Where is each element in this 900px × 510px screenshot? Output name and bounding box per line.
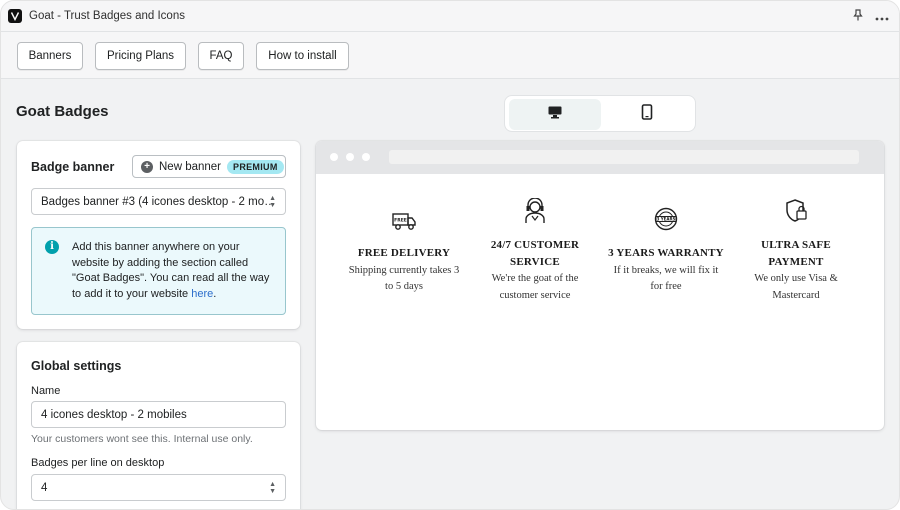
svg-text:3 YEARS: 3 YEARS — [657, 217, 676, 222]
page-title: Goat Badges — [16, 103, 109, 120]
badge-desc: to 5 days — [385, 281, 423, 292]
browser-dot — [362, 153, 370, 161]
badge-banner-title: Badge banner — [31, 160, 115, 174]
info-banner-text: Add this banner anywhere on your website… — [72, 240, 278, 302]
desktop-icon — [547, 105, 563, 124]
banner-select-value: Badges banner #3 (4 icones desktop - 2 m… — [41, 195, 276, 208]
pin-icon[interactable] — [853, 9, 863, 24]
new-banner-button[interactable]: + New banner PREMIUM — [132, 155, 286, 178]
badge-customer-service: 24/7 CUSTOMER SERVICE We're the goat of … — [469, 197, 601, 304]
badge-title: 3 YEARS WARRANTY — [608, 247, 724, 259]
desktop-view-button[interactable] — [509, 99, 601, 130]
app-title: Goat - Trust Badges and Icons — [29, 10, 185, 22]
global-settings-title: Global settings — [31, 359, 122, 373]
select-arrows-icon: ▲ ▼ — [269, 195, 276, 209]
customer-service-icon — [523, 197, 547, 229]
desktop-preview: FREE FREE DELIVERY Shipping currently ta… — [316, 141, 884, 430]
browser-url-bar — [389, 150, 859, 164]
select-arrows-icon: ▲ ▼ — [269, 481, 276, 495]
browser-bar — [316, 141, 884, 174]
per-line-select-value: 4 — [41, 481, 48, 494]
per-line-label: Badges per line on desktop — [31, 457, 165, 469]
badge-free-delivery: FREE FREE DELIVERY Shipping currently ta… — [338, 209, 470, 296]
nav-how-to-install-button[interactable]: How to install — [256, 42, 349, 70]
badge-title: SERVICE — [510, 255, 560, 268]
mobile-icon — [641, 104, 653, 125]
delivery-truck-icon: FREE — [391, 210, 417, 237]
info-icon: i — [45, 240, 59, 254]
badge-title: FREE DELIVERY — [357, 247, 451, 259]
browser-dot — [346, 153, 354, 161]
nav-faq-button[interactable]: FAQ — [198, 42, 244, 70]
banner-select[interactable]: Badges banner #3 (4 icones desktop - 2 m… — [31, 188, 286, 215]
name-input-value: 4 icones desktop - 2 mobiles — [41, 408, 187, 421]
badge-title: ULTRA SAFE — [761, 239, 831, 251]
badge-title: 24/7 CUSTOMER — [490, 239, 580, 251]
badge-safe-payment: ULTRA SAFE PAYMENT We only use Visa & Ma… — [730, 198, 862, 304]
name-help-text: Your customers wont see this. Internal u… — [31, 433, 253, 445]
browser-dot — [330, 153, 338, 161]
info-text-end: . — [213, 287, 217, 300]
badge-desc: for free — [650, 281, 682, 292]
badge-desc: We only use Visa & — [754, 273, 838, 284]
badge-desc: Shipping currently takes 3 — [348, 264, 460, 276]
svg-text:FREE: FREE — [394, 218, 407, 224]
info-here-link[interactable]: here — [191, 288, 213, 300]
name-label: Name — [31, 385, 61, 397]
info-banner: i Add this banner anywhere on your websi… — [31, 227, 286, 315]
more-icon[interactable] — [875, 10, 889, 24]
badge-title: PAYMENT — [768, 255, 824, 268]
name-input[interactable]: 4 icones desktop - 2 mobiles — [31, 401, 286, 428]
goat-logo-icon — [8, 9, 22, 23]
warranty-seal-icon: 3 YEARS — [653, 206, 679, 237]
app-window: Goat - Trust Badges and Icons Banners Pr… — [0, 0, 900, 510]
badge-desc: customer service — [499, 289, 571, 301]
nav-banners-button[interactable]: Banners — [17, 42, 83, 70]
per-line-select[interactable]: 4 ▲ ▼ — [31, 474, 286, 501]
nav-pricing-plans-button[interactable]: Pricing Plans — [95, 42, 186, 70]
title-bar: Goat - Trust Badges and Icons — [1, 1, 899, 32]
top-nav: Banners Pricing Plans FAQ How to install — [1, 32, 899, 79]
badge-warranty: 3 YEARS 3 YEARS WARRANTY If it breaks, w… — [600, 206, 732, 296]
new-banner-label: New banner — [159, 160, 222, 173]
badge-desc: We're the goat of the — [491, 273, 579, 284]
info-text: Add this banner anywhere on your website… — [72, 241, 270, 300]
view-toggle — [504, 95, 696, 132]
mobile-view-button[interactable] — [601, 99, 693, 130]
badge-desc: Mastercard — [772, 289, 820, 301]
plus-circle-icon: + — [141, 160, 153, 173]
premium-badge: PREMIUM — [227, 159, 284, 174]
secure-shield-lock-icon — [784, 198, 808, 229]
badge-desc: If it breaks, we will fix it — [613, 264, 719, 276]
